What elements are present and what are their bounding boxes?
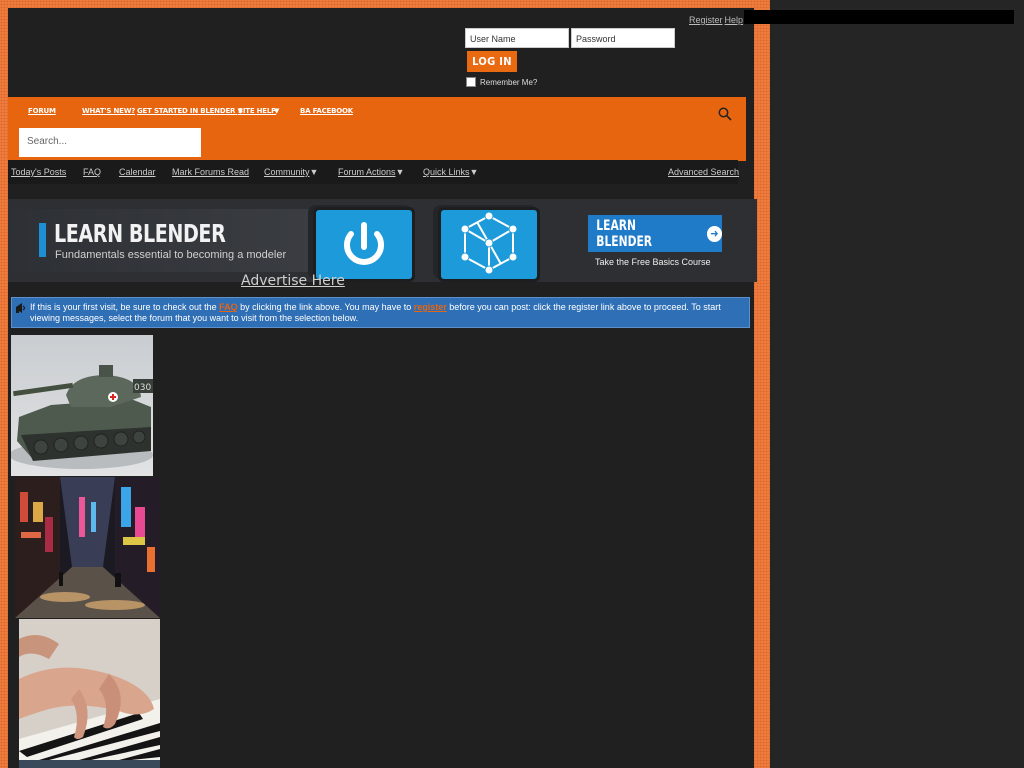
- nav-whats-new[interactable]: WHAT'S NEW?: [82, 107, 135, 115]
- chevron-down-icon: ▼: [309, 167, 319, 177]
- faq-link[interactable]: FAQ: [219, 302, 238, 312]
- cube-icon: [438, 207, 540, 282]
- search-icon[interactable]: [718, 107, 732, 126]
- subnav-forum-actions[interactable]: Forum Actions▼: [338, 167, 404, 177]
- search-input[interactable]: Search...: [19, 128, 201, 157]
- subnav-forum-actions-label: Forum Actions: [338, 167, 396, 177]
- main-nav: FORUM WHAT'S NEW? GET STARTED IN BLENDER…: [8, 97, 746, 161]
- password-input[interactable]: Password: [571, 28, 675, 48]
- remember-me[interactable]: Remember Me?: [466, 77, 537, 87]
- remember-checkbox[interactable]: [466, 77, 476, 87]
- cta-label: LEARN BLENDER: [596, 217, 653, 250]
- piano-thumbnail[interactable]: [19, 619, 160, 760]
- subnav-community-label: Community: [264, 167, 310, 177]
- advanced-search-link[interactable]: Advanced Search: [668, 167, 739, 177]
- advertise-here-link[interactable]: Advertise Here: [241, 273, 345, 289]
- register-notice-link[interactable]: register: [414, 302, 447, 312]
- nav-ba-facebook[interactable]: BA FACEBOOK: [300, 107, 353, 115]
- notice-text: If this is your first visit, be sure to …: [30, 302, 735, 324]
- notice-part2: by clicking the link above. You may have…: [237, 302, 414, 312]
- ad-banner[interactable]: LEARN BLENDER Fundamentals essential to …: [8, 199, 757, 282]
- chevron-down-icon: ▼: [395, 167, 405, 177]
- top-black-strip: [744, 10, 1014, 24]
- banner-subtitle: Fundamentals essential to becoming a mod…: [55, 249, 287, 261]
- subnav-community[interactable]: Community▼: [264, 167, 318, 177]
- subnav-faq[interactable]: FAQ: [83, 167, 101, 177]
- remember-label: Remember Me?: [480, 77, 538, 87]
- learn-blender-button[interactable]: LEARN BLENDER ➜: [588, 215, 722, 252]
- power-icon: [313, 207, 415, 282]
- notice-part1: If this is your first visit, be sure to …: [30, 302, 220, 312]
- banner-accent-bar: [39, 223, 46, 257]
- top-links: Register Help: [687, 15, 743, 25]
- right-panel: [770, 0, 1024, 768]
- nav-get-started[interactable]: GET STARTED IN BLENDER ▼: [137, 107, 243, 115]
- subnav-calendar[interactable]: Calendar: [119, 167, 156, 177]
- thumbnail-partial[interactable]: [19, 760, 160, 768]
- subnav-mark-read[interactable]: Mark Forums Read: [172, 167, 249, 177]
- nav-get-started-label: GET STARTED IN BLENDER: [137, 107, 236, 115]
- cta-subtitle: Take the Free Basics Course: [595, 257, 711, 267]
- sub-nav: Today's Posts FAQ Calendar Mark Forums R…: [8, 160, 739, 184]
- nav-site-help[interactable]: SITE HELP: [238, 107, 276, 115]
- chevron-down-icon: ▼: [469, 167, 479, 177]
- tank-thumbnail[interactable]: 030: [11, 335, 153, 476]
- tank-marking: 030: [134, 383, 151, 393]
- subnav-quick-links[interactable]: Quick Links▼: [423, 167, 478, 177]
- arrow-right-icon: ➜: [706, 225, 722, 242]
- street-thumbnail[interactable]: [15, 477, 160, 618]
- megaphone-icon: [15, 302, 27, 317]
- chevron-down-icon[interactable]: ▼: [274, 107, 279, 115]
- first-visit-notice: If this is your first visit, be sure to …: [11, 297, 750, 328]
- subnav-quick-links-label: Quick Links: [423, 167, 470, 177]
- subnav-todays-posts[interactable]: Today's Posts: [11, 167, 66, 177]
- login-button[interactable]: LOG IN: [467, 51, 517, 72]
- banner-title: LEARN BLENDER: [54, 219, 226, 248]
- username-input[interactable]: User Name: [465, 28, 569, 48]
- register-link[interactable]: Register: [689, 15, 723, 25]
- help-link[interactable]: Help: [725, 15, 744, 25]
- nav-forum[interactable]: FORUM: [28, 107, 56, 115]
